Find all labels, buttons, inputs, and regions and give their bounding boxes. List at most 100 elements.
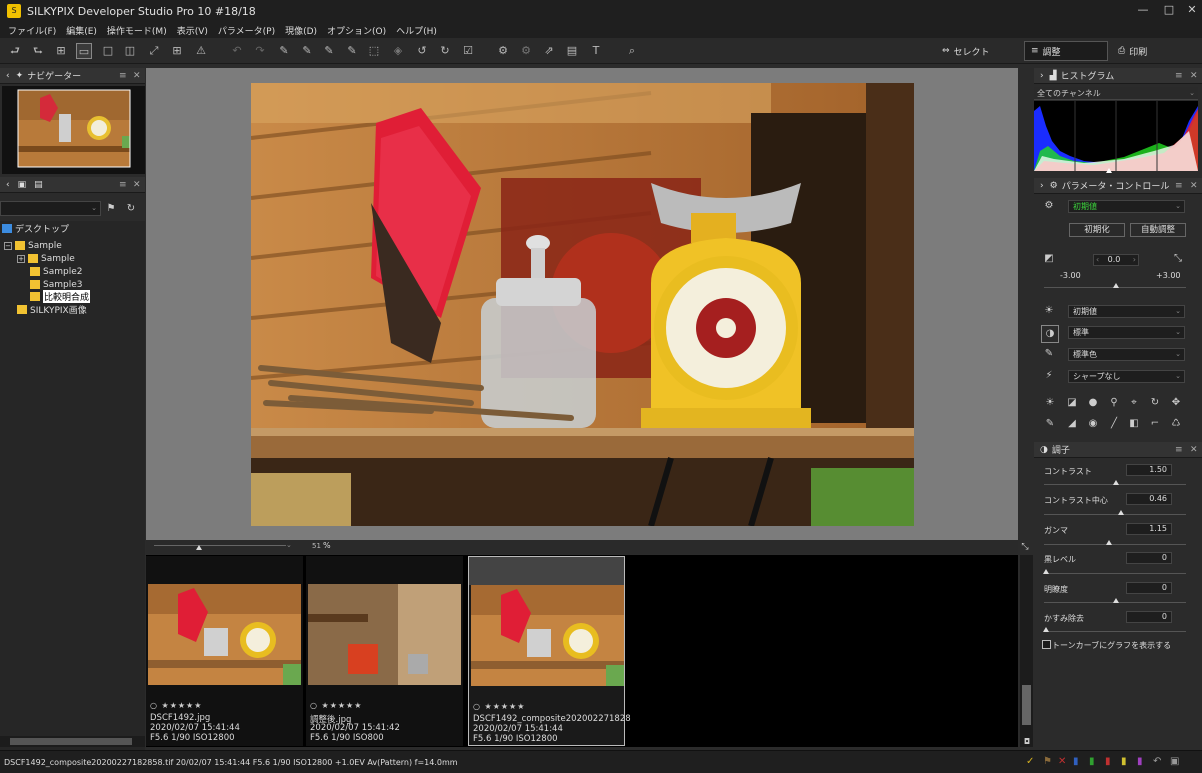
layer-icon[interactable]: ◈ [390,43,406,59]
panel-menu-icon[interactable]: ≡ [119,71,127,81]
panel-menu-icon[interactable]: ≡ [1175,181,1183,191]
black-level-knob[interactable] [1043,569,1049,574]
zoom-value[interactable]: 51 [312,542,321,550]
menu-view[interactable]: 表示(V) [177,24,208,37]
wb-select[interactable]: 初期値 ⌄ [1068,305,1185,318]
back-icon[interactable]: ⮐ [7,43,23,59]
paste-all-icon[interactable]: ✎ [321,43,337,59]
rating-stars[interactable]: ○ ★★★★★ [473,702,525,711]
gamma-slider[interactable] [1044,544,1186,545]
pen-tool-icon[interactable]: ╱ [1108,418,1120,430]
collapse-icon[interactable]: › [1040,71,1044,81]
sharp-select[interactable]: シャープなし ⌄ [1068,370,1185,383]
check-icon[interactable]: ✓ [1026,756,1034,767]
collapse-icon[interactable]: ‹ [6,180,10,190]
collapse-icon[interactable]: ‹ [6,71,10,81]
panel-menu-icon[interactable]: ≡ [1175,445,1183,455]
gamma-value[interactable]: 1.15 [1126,523,1172,535]
label-purple-icon[interactable]: ▮ [1137,756,1143,767]
black-level-value[interactable]: 0 [1126,552,1172,564]
fit-icon[interactable]: ⤡ [1019,541,1031,553]
crop-icon[interactable]: ⌐ [1149,418,1161,430]
tree-item-sample-root[interactable]: − Sample [4,239,62,252]
grid-view-icon[interactable]: ⊞ [53,43,69,59]
mode-select-button[interactable]: ⇔ セレクト [936,41,996,61]
mode-print-button[interactable]: ⎙ 印刷 [1112,41,1153,61]
check-icon[interactable]: ☑ [460,43,476,59]
exposure-value[interactable]: ‹ 0.0 › [1093,254,1139,266]
panel-menu-icon[interactable]: ≡ [1175,71,1183,81]
contrast-knob[interactable] [1113,480,1119,485]
tone-curve-checkbox[interactable] [1042,640,1051,649]
thumbnail-item[interactable]: ○ ★★★★★ DSCF1492.jpg 2020/02/07 15:41:44… [146,556,303,746]
rating-stars[interactable]: ○ ★★★★★ [150,701,202,710]
eye-tool-icon[interactable]: ◉ [1087,418,1099,430]
flag-icon[interactable]: ⚑ [1043,756,1052,767]
tree-item-sample2[interactable]: Sample2 [30,265,82,278]
zoom-slider[interactable] [154,545,286,546]
mode-adjust-button[interactable]: ≡ 調整 [1024,41,1108,61]
sharpness-icon[interactable]: ⚡ [1043,370,1055,382]
folder-path-input[interactable]: ⌄ [0,201,101,216]
gradient-tool-icon[interactable]: ◢ [1066,418,1078,430]
panel-close-icon[interactable]: ✕ [133,71,141,81]
rotate-right-icon[interactable]: ↻ [437,43,453,59]
rotate-tool-icon[interactable]: ↻ [1149,397,1161,409]
panel-close-icon[interactable]: ✕ [133,180,141,190]
target-tool-icon[interactable]: ⌖ [1128,397,1140,409]
dropper-tool-icon[interactable]: ⚲ [1108,397,1120,409]
tree-item-desktop[interactable]: デスクトップ [2,222,69,235]
maximize-button[interactable]: □ [1159,3,1179,19]
menu-parameter[interactable]: パラメータ(P) [218,24,275,37]
crop-tool-icon[interactable]: ⬚ [366,43,382,59]
tree-item-selected-folder[interactable]: 比較明合成 [30,290,91,303]
preview-view-icon[interactable]: ▭ [76,43,92,59]
contrast-value[interactable]: 1.50 [1126,464,1172,476]
collapse-toggle-icon[interactable]: − [4,241,12,250]
copy-param-icon[interactable]: ✎ [276,43,292,59]
brush-tool-icon[interactable]: ✎ [1044,418,1056,430]
contrast-center-value[interactable]: 0.46 [1126,493,1172,505]
undo-icon[interactable]: ↶ [229,43,245,59]
folder-flag-icon[interactable]: ⚑ [105,203,117,215]
gear-icon[interactable]: ⚙ [1043,200,1055,212]
paste-select-icon[interactable]: ✎ [344,43,360,59]
thumbnail-item[interactable]: ○ ★★★★★ 調整後.jpg 2020/02/07 15:41:42 F5.6… [306,556,463,746]
white-balance-icon[interactable]: ☀ [1043,305,1055,317]
delete-mark-icon[interactable]: ✕ [1058,756,1066,767]
label-blue-icon[interactable]: ▮ [1073,756,1079,767]
exposure-slider-knob[interactable] [1113,283,1119,288]
tree-item-silkypix[interactable]: SILKYPIX画像 [17,303,87,316]
close-button[interactable]: ✕ [1182,3,1202,19]
zoom-slider-knob[interactable] [196,545,202,550]
undo-mark-icon[interactable]: ↶ [1153,756,1161,767]
minimize-button[interactable]: — [1133,3,1153,19]
develop-icon[interactable]: ⚙ [495,43,511,59]
clarity-value[interactable]: 0 [1126,582,1172,594]
warning-icon[interactable]: ⚠ [193,43,209,59]
label-red-icon[interactable]: ▮ [1105,756,1111,767]
navigator-view[interactable] [2,86,145,174]
text-tool-icon[interactable]: T [588,43,604,59]
collapse-icon[interactable]: › [1040,181,1044,191]
redo-icon[interactable]: ↷ [252,43,268,59]
tree-item-sample[interactable]: + Sample [17,252,75,265]
auto-adjust-button[interactable]: 自動調整 [1130,223,1186,237]
menu-develop[interactable]: 現像(D) [285,24,317,37]
color-select[interactable]: 標準色 ⌄ [1068,348,1185,361]
contrast-center-slider[interactable] [1044,514,1186,515]
comment-icon[interactable]: ▣ [18,180,27,190]
gamma-knob[interactable] [1106,540,1112,545]
sphere-tool-icon[interactable]: ● [1087,397,1099,409]
black-level-slider[interactable] [1044,573,1186,574]
color-pen-icon[interactable]: ✎ [1043,348,1055,360]
menu-file[interactable]: ファイル(F) [8,24,56,37]
export-icon[interactable]: ⇗ [541,43,557,59]
compare-view-icon[interactable]: ◫ [122,43,138,59]
recycle-tool-icon[interactable]: ♺ [1170,418,1182,430]
thumbnail-item-selected[interactable]: ○ ★★★★★ DSCF1492_composite202002271828 2… [468,556,631,746]
auto-exposure-icon[interactable]: ⤡ [1172,253,1184,265]
histogram-channel-select[interactable]: 全てのチャンネル ⌄ [1034,87,1198,100]
fullscreen-icon[interactable]: ⤢ [146,43,162,59]
thumbnail-scrollbar[interactable] [1020,555,1033,747]
